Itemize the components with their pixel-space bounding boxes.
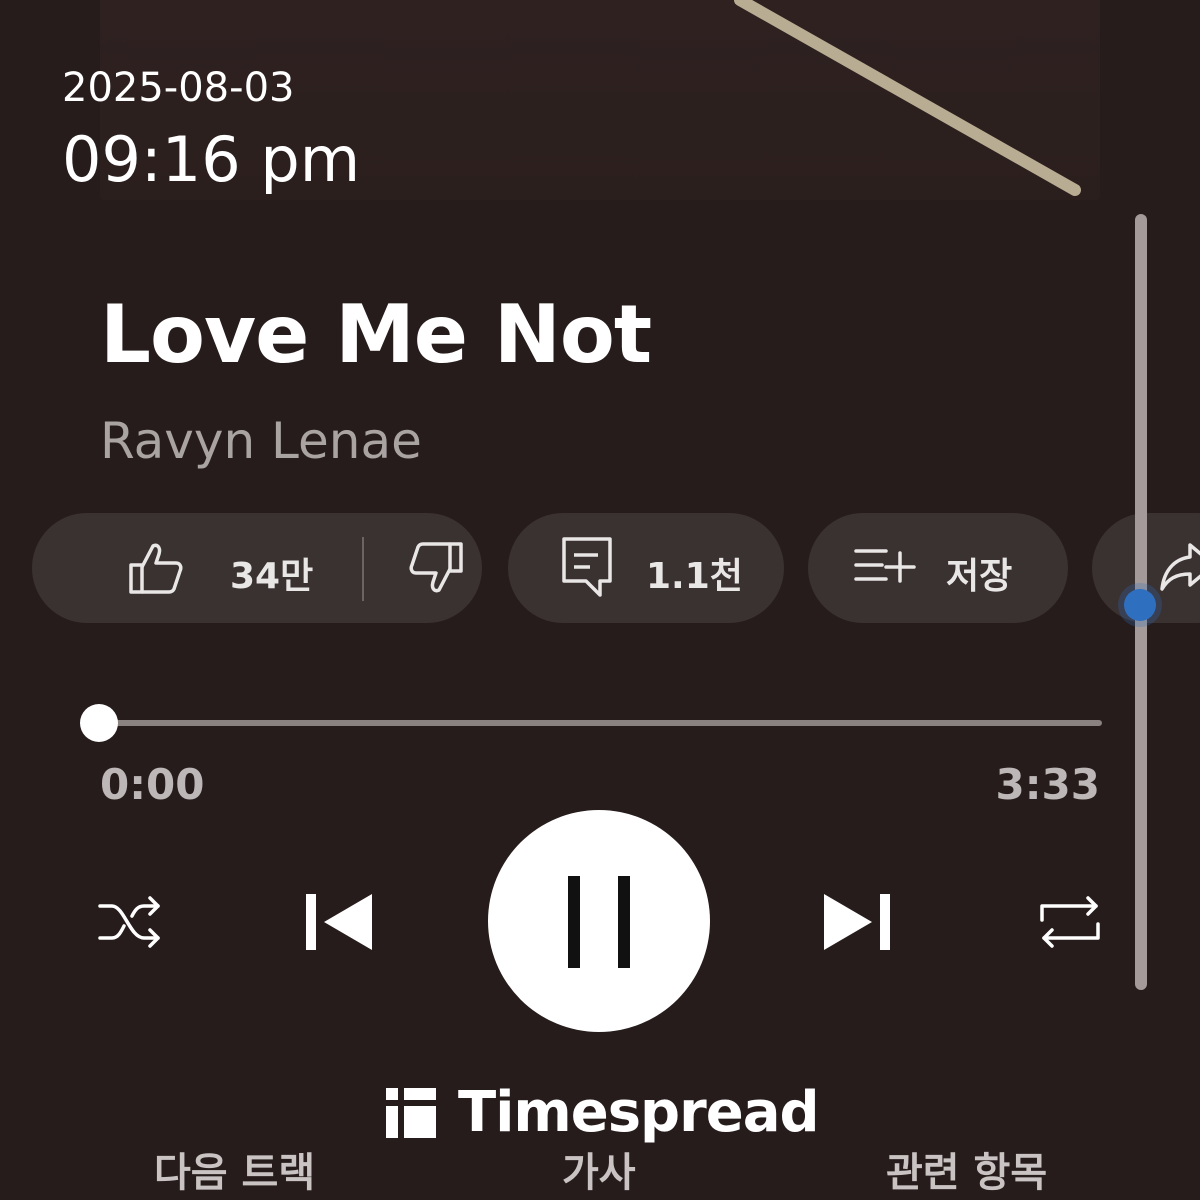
share-icon — [1158, 537, 1200, 597]
current-time: 0:00 — [100, 760, 205, 809]
comment-icon — [560, 535, 616, 601]
thumbs-up-icon[interactable] — [126, 538, 186, 598]
like-dislike-pill: 34만 — [32, 513, 482, 623]
watermark-text: Timespread — [458, 1080, 820, 1145]
album-art-detail — [734, 0, 1081, 196]
timestamp-time: 09:16 pm — [62, 123, 361, 196]
pause-icon-bar — [618, 876, 630, 968]
divider — [362, 537, 364, 601]
repeat-button[interactable] — [1036, 892, 1104, 952]
total-time: 3:33 — [995, 760, 1100, 809]
track-title: Love Me Not — [100, 288, 652, 381]
pause-button[interactable] — [488, 810, 710, 1032]
watermark-logo: Timespread — [386, 1080, 820, 1145]
progress-knob[interactable] — [80, 704, 118, 742]
like-count: 34만 — [230, 556, 314, 597]
track-artist[interactable]: Ravyn Lenae — [100, 412, 422, 470]
previous-icon — [306, 894, 372, 950]
progress-bar[interactable] — [98, 720, 1102, 726]
comments-button[interactable]: 1.1천 — [508, 513, 784, 623]
repeat-icon — [1040, 896, 1100, 948]
timestamp-date: 2025-08-03 — [62, 65, 295, 111]
add-to-playlist-icon — [852, 541, 916, 591]
save-label: 저장 — [946, 556, 1013, 597]
comment-count: 1.1천 — [646, 556, 743, 597]
save-button[interactable]: 저장 — [808, 513, 1068, 623]
tab-related[interactable]: 관련 항목 — [886, 1140, 1047, 1198]
scroll-handle[interactable] — [1124, 589, 1156, 621]
next-icon — [824, 894, 890, 950]
thumbs-down-icon[interactable] — [406, 538, 466, 598]
shuffle-button[interactable] — [96, 892, 164, 952]
tab-lyrics[interactable]: 가사 — [562, 1140, 636, 1198]
shuffle-icon — [98, 896, 160, 948]
next-button[interactable] — [822, 890, 894, 954]
pause-icon — [568, 876, 580, 968]
tab-up-next[interactable]: 다음 트랙 — [154, 1140, 315, 1198]
previous-button[interactable] — [302, 890, 374, 954]
timespread-logo-icon — [386, 1087, 436, 1138]
